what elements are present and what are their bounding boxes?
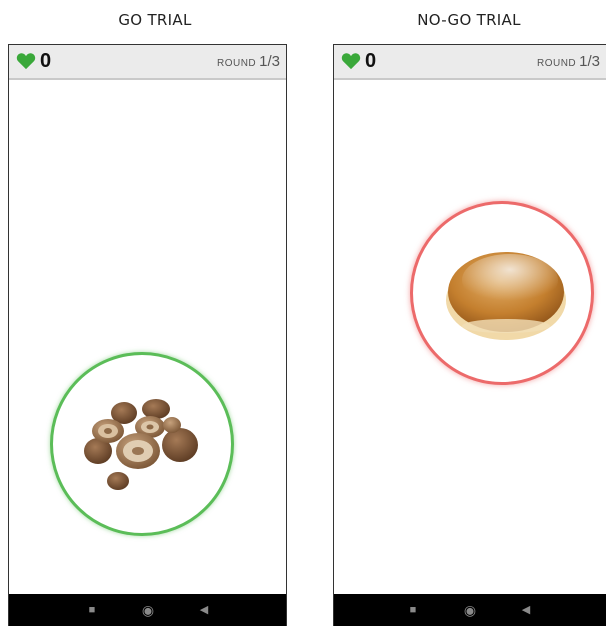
nogo-stimulus-target[interactable] — [410, 201, 594, 385]
score-counter: 0 — [365, 50, 377, 72]
home-circle-icon[interactable]: ◉ — [460, 594, 480, 626]
mushrooms-image — [84, 399, 198, 490]
round-value: 1/3 — [579, 53, 600, 70]
score-counter: 0 — [40, 50, 52, 72]
round-value: 1/3 — [259, 53, 280, 70]
home-circle-icon[interactable]: ◉ — [138, 594, 158, 626]
go-trial-phone-screen: 0 ROUND 1/3 ■ ◉ ◀ — [8, 44, 287, 626]
round-indicator: ROUND 1/3 — [537, 53, 600, 71]
status-bar: 0 ROUND 1/3 — [334, 45, 606, 80]
doughnut-image — [446, 252, 566, 340]
back-triangle-icon[interactable]: ◀ — [516, 594, 536, 626]
round-label: ROUND — [536, 58, 577, 69]
heart-icon — [16, 53, 36, 70]
round-label: ROUND — [216, 58, 257, 69]
android-navbar: ■ ◉ ◀ — [334, 594, 606, 626]
heart-icon — [341, 53, 361, 70]
android-navbar: ■ ◉ ◀ — [9, 594, 286, 626]
recents-square-icon[interactable]: ■ — [403, 594, 423, 626]
back-triangle-icon[interactable]: ◀ — [194, 594, 214, 626]
status-bar: 0 ROUND 1/3 — [9, 45, 286, 80]
nogo-trial-caption: NO-GO TRIAL — [417, 11, 521, 29]
round-indicator: ROUND 1/3 — [217, 53, 280, 71]
recents-square-icon[interactable]: ■ — [82, 594, 102, 626]
go-trial-caption: GO TRIAL — [118, 11, 192, 29]
go-stimulus-target[interactable] — [50, 352, 234, 536]
nogo-trial-phone-screen: 0 ROUND 1/3 ■ ◉ ◀ — [333, 44, 606, 626]
